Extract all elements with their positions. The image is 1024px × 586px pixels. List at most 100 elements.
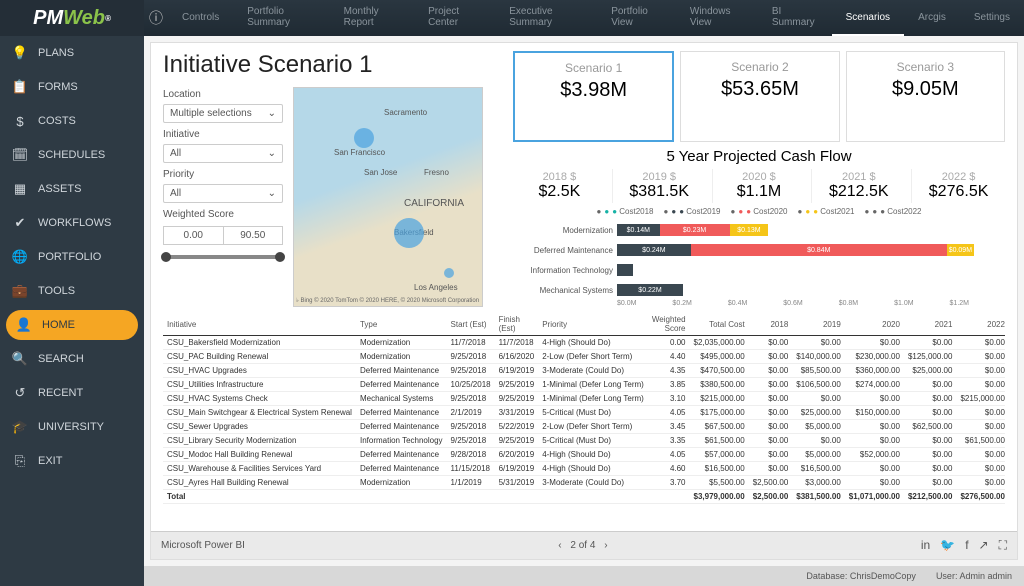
top-tab-arcgis[interactable]: Arcgis xyxy=(904,0,960,36)
sidebar-item-search[interactable]: 🔍SEARCH xyxy=(0,342,144,376)
university-icon: 🎓 xyxy=(12,419,28,435)
legend-item: ● Cost2020 xyxy=(731,207,788,216)
top-tab-controls[interactable]: Controls xyxy=(168,0,233,36)
sidebar-item-schedules[interactable]: 🗓SCHEDULES xyxy=(0,138,144,172)
legend-item: ● Cost2022 xyxy=(865,207,922,216)
year-card: 2021 $$212.5K xyxy=(811,169,905,203)
forms-icon: 📋 xyxy=(12,79,28,95)
info-icon[interactable]: ⓘ xyxy=(144,8,168,28)
scenario-cards: Scenario 1$3.98MScenario 2$53.65MScenari… xyxy=(513,51,1005,142)
sidebar-item-recent[interactable]: ↺RECENT xyxy=(0,376,144,410)
map[interactable]: Sacramento San Francisco San Jose Fresno… xyxy=(293,87,483,307)
fullscreen-icon[interactable]: ⛶ xyxy=(999,538,1007,553)
priority-label: Priority xyxy=(163,169,283,180)
top-tab-bi-summary[interactable]: BI Summary xyxy=(758,0,832,36)
chart-legend: ● Cost2018 ● Cost2019 ● Cost2020 ● Cost2021… xyxy=(513,207,1005,216)
sidebar-item-workflows[interactable]: ✔WORKFLOWS xyxy=(0,206,144,240)
tools-icon: 💼 xyxy=(12,283,28,299)
top-tab-settings[interactable]: Settings xyxy=(960,0,1024,36)
table-row[interactable]: CSU_Ayres Hall Building RenewalModerniza… xyxy=(163,476,1005,490)
location-label: Location xyxy=(163,89,283,100)
report: Initiative Scenario 1 Location Multiple … xyxy=(150,42,1018,560)
table-row[interactable]: CSU_Utilities InfrastructureDeferred Mai… xyxy=(163,378,1005,392)
sidebar-item-forms[interactable]: 📋FORMS xyxy=(0,70,144,104)
table-row[interactable]: CSU_Library Security ModernizationInform… xyxy=(163,434,1005,448)
exit-icon: ⎘ xyxy=(12,453,28,469)
bar-row: Mechanical Systems$0.22M xyxy=(513,280,1005,300)
table-row[interactable]: CSU_HVAC Systems CheckMechanical Systems… xyxy=(163,392,1005,406)
sidebar-item-tools[interactable]: 💼TOOLS xyxy=(0,274,144,308)
status-bar: Database: ChrisDemoCopy User: Admin admi… xyxy=(144,566,1024,586)
assets-icon: ▦ xyxy=(12,181,28,197)
sidebar-item-portfolio[interactable]: 🌐PORTFOLIO xyxy=(0,240,144,274)
top-tab-portfolio-view[interactable]: Portfolio View xyxy=(597,0,676,36)
scenario-card[interactable]: Scenario 1$3.98M xyxy=(513,51,674,142)
pager-next[interactable]: › xyxy=(604,540,607,551)
year-card: 2019 $$381.5K xyxy=(612,169,706,203)
pager-label: Microsoft Power BI xyxy=(161,540,245,551)
chevron-down-icon: ⌄ xyxy=(268,148,276,159)
year-card: 2018 $$2.5K xyxy=(513,169,606,203)
twitter-icon[interactable]: 🐦 xyxy=(940,538,955,553)
sidebar-item-university[interactable]: 🎓UNIVERSITY xyxy=(0,410,144,444)
table-row[interactable]: CSU_Main Switchgear & Electrical System … xyxy=(163,406,1005,420)
sidebar-item-home[interactable]: 👤HOME xyxy=(6,310,138,340)
table-row[interactable]: CSU_Bakersfield ModernizationModernizati… xyxy=(163,336,1005,350)
scenario-card[interactable]: Scenario 3$9.05M xyxy=(846,51,1005,142)
search-icon: 🔍 xyxy=(12,351,28,367)
sidebar-item-costs[interactable]: $COSTS xyxy=(0,104,144,138)
table-row[interactable]: CSU_Warehouse & Facilities Services Yard… xyxy=(163,462,1005,476)
top-bar: PMWeb® ⓘ ControlsPortfolio SummaryMonthl… xyxy=(0,0,1024,36)
page-title: Initiative Scenario 1 xyxy=(163,51,503,79)
plans-icon: 💡 xyxy=(12,45,28,61)
weighted-label: Weighted Score xyxy=(163,209,283,220)
year-card: 2022 $$276.5K xyxy=(911,169,1005,203)
chevron-down-icon: ⌄ xyxy=(268,188,276,199)
bar-row: Modernization$0.14M$0.23M$0.13M xyxy=(513,220,1005,240)
initiative-select[interactable]: All⌄ xyxy=(163,144,283,163)
bar-row: Information Technology xyxy=(513,260,1005,280)
legend-item: ● Cost2018 xyxy=(597,207,654,216)
top-tab-executive-summary[interactable]: Executive Summary xyxy=(495,0,597,36)
facebook-icon[interactable]: f xyxy=(965,538,968,553)
home-icon: 👤 xyxy=(16,317,32,333)
portfolio-icon: 🌐 xyxy=(12,249,28,265)
share-icon[interactable]: ↗ xyxy=(979,538,989,553)
location-select[interactable]: Multiple selections⌄ xyxy=(163,104,283,123)
bar-row: Deferred Maintenance$0.24M$0.84M$0.09M xyxy=(513,240,1005,260)
top-tab-portfolio-summary[interactable]: Portfolio Summary xyxy=(233,0,329,36)
table-row[interactable]: CSU_Sewer UpgradesDeferred Maintenance9/… xyxy=(163,420,1005,434)
sidebar-item-exit[interactable]: ⎘EXIT xyxy=(0,444,144,478)
priority-select[interactable]: All⌄ xyxy=(163,184,283,203)
table-total-row: Total$3,979,000.00$2,500.00$381,500.00$1… xyxy=(163,490,1005,504)
app-logo: PMWeb® xyxy=(0,0,144,36)
legend-item: ● Cost2021 xyxy=(798,207,855,216)
top-tab-monthly-report[interactable]: Monthly Report xyxy=(330,0,414,36)
initiative-table[interactable]: InitiativeTypeStart (Est)Finish (Est)Pri… xyxy=(163,313,1005,523)
weighted-slider[interactable] xyxy=(163,255,283,259)
table-row[interactable]: CSU_PAC Building RenewalModernization9/2… xyxy=(163,350,1005,364)
sidebar-item-assets[interactable]: ▦ASSETS xyxy=(0,172,144,206)
sidebar-item-plans[interactable]: 💡PLANS xyxy=(0,36,144,70)
table-row[interactable]: CSU_HVAC UpgradesDeferred Maintenance9/2… xyxy=(163,364,1005,378)
initiative-label: Initiative xyxy=(163,129,283,140)
recent-icon: ↺ xyxy=(12,385,28,401)
weighted-range[interactable]: 0.0090.50 xyxy=(163,226,283,245)
pager-bar: Microsoft Power BI ‹ 2 of 4 › in 🐦 f ↗ ⛶ xyxy=(151,531,1017,559)
linkedin-icon[interactable]: in xyxy=(921,538,930,553)
map-attribution: ♭ Bing © 2020 TomTom © 2020 HERE, © 2020… xyxy=(296,297,480,304)
top-tab-project-center[interactable]: Project Center xyxy=(414,0,495,36)
top-tabs: ControlsPortfolio SummaryMonthly ReportP… xyxy=(168,0,1024,36)
scenario-card[interactable]: Scenario 2$53.65M xyxy=(680,51,839,142)
stacked-bar-chart: Modernization$0.14M$0.23M$0.13MDeferred … xyxy=(513,220,1005,307)
workflows-icon: ✔ xyxy=(12,215,28,231)
pager-prev[interactable]: ‹ xyxy=(558,540,561,551)
costs-icon: $ xyxy=(12,113,28,129)
chevron-down-icon: ⌄ xyxy=(268,108,276,119)
table-row[interactable]: CSU_Modoc Hall Building RenewalDeferred … xyxy=(163,448,1005,462)
top-tab-scenarios[interactable]: Scenarios xyxy=(832,0,904,36)
legend-item: ● Cost2019 xyxy=(664,207,721,216)
cashflow-title: 5 Year Projected Cash Flow xyxy=(513,148,1005,165)
content-area: Initiative Scenario 1 Location Multiple … xyxy=(144,36,1024,586)
top-tab-windows-view[interactable]: Windows View xyxy=(676,0,758,36)
